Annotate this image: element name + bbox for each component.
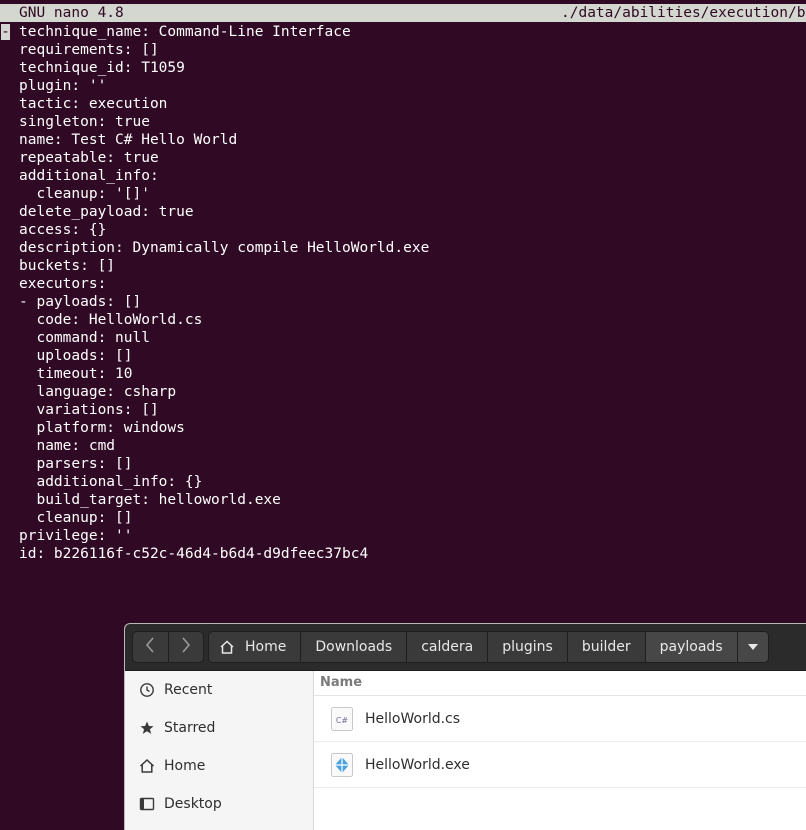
triangle-down-icon — [747, 644, 758, 650]
breadcrumb-payloads[interactable]: payloads — [645, 632, 738, 662]
editor-line: executors: — [19, 276, 107, 292]
editor-line: - technique_name: Command-Line Interface — [1, 24, 351, 40]
breadcrumb-builder[interactable]: builder — [568, 632, 646, 662]
breadcrumb-downloads[interactable]: Downloads — [301, 632, 408, 662]
editor-line: additional_info: {} — [19, 474, 203, 490]
editor-line: delete_payload: true — [19, 204, 194, 220]
back-button[interactable] — [133, 632, 168, 662]
home-icon — [219, 639, 235, 655]
editor-line: name: Test C# Hello World — [19, 132, 238, 148]
editor-line: parsers: [] — [19, 456, 133, 472]
editor-line: variations: [] — [19, 402, 159, 418]
editor-line: cleanup: [] — [19, 510, 133, 526]
cursor: - — [1, 24, 10, 40]
editor-line: uploads: [] — [19, 348, 133, 364]
file-manager-window[interactable]: Home Downloads caldera plugins builder p… — [124, 623, 806, 830]
editor-line: timeout: 10 — [19, 366, 133, 382]
nano-version: GNU nano 4.8 — [19, 5, 124, 21]
sidebar: Recent Starred Home Desktop — [125, 671, 314, 830]
desktop-icon — [139, 796, 155, 812]
file-row-helloworld-cs[interactable]: C# HelloWorld.cs — [314, 696, 806, 742]
navigation-buttons — [132, 631, 204, 663]
sidebar-item-desktop[interactable]: Desktop — [125, 785, 313, 823]
nano-title-bar: GNU nano 4.8 ./data/abilities/execution/… — [0, 4, 806, 22]
editor-line: language: csharp — [19, 384, 177, 400]
file-row-helloworld-exe[interactable]: HelloWorld.exe — [314, 742, 806, 788]
file-manager-header: Home Downloads caldera plugins builder p… — [125, 624, 806, 671]
sidebar-item-home[interactable]: Home — [125, 747, 313, 785]
editor-line: build_target: helloworld.exe — [19, 492, 281, 508]
clock-icon — [139, 682, 155, 698]
sidebar-item-recent[interactable]: Recent — [125, 671, 313, 709]
editor-line: code: HelloWorld.cs — [19, 312, 203, 328]
breadcrumb-plugins[interactable]: plugins — [488, 632, 568, 662]
svg-text:C#: C# — [336, 716, 349, 725]
breadcrumb: Home Downloads caldera plugins builder p… — [208, 631, 769, 663]
csharp-file-icon: C# — [330, 706, 354, 732]
editor-line: command: null — [19, 330, 150, 346]
editor-line: plugin: '' — [19, 78, 107, 94]
sidebar-item-starred[interactable]: Starred — [125, 709, 313, 747]
editor-line: name: cmd — [19, 438, 116, 454]
editor-line: - payloads: [] — [19, 294, 142, 310]
column-header-name[interactable]: Name — [314, 671, 806, 696]
editor-line: description: Dynamically compile HelloWo… — [19, 240, 430, 256]
editor-line: buckets: [] — [19, 258, 116, 274]
breadcrumb-caldera[interactable]: caldera — [407, 632, 489, 662]
editor-line: requirements: [] — [19, 42, 159, 58]
editor-line: singleton: true — [19, 114, 150, 130]
nano-editor[interactable]: - technique_name: Command-Line Interface … — [0, 23, 806, 563]
breadcrumb-home[interactable]: Home — [209, 632, 302, 662]
editor-line: access: {} — [19, 222, 107, 238]
file-list: Name C# HelloWorld.cs HelloWorld.exe — [314, 671, 806, 830]
editor-line: privilege: '' — [19, 528, 133, 544]
executable-file-icon — [330, 752, 354, 778]
file-name: HelloWorld.cs — [365, 710, 461, 727]
breadcrumb-menu-button[interactable] — [737, 632, 768, 662]
editor-line: technique_id: T1059 — [19, 60, 185, 76]
editor-line: cleanup: '[]' — [19, 186, 150, 202]
editor-line: platform: windows — [19, 420, 185, 436]
editor-line: additional_info: — [19, 168, 159, 184]
forward-button[interactable] — [167, 632, 204, 662]
chevron-right-icon — [181, 636, 191, 658]
star-icon — [139, 720, 155, 736]
file-name: HelloWorld.exe — [365, 756, 470, 773]
chevron-left-icon — [145, 636, 155, 658]
home-icon — [139, 758, 155, 774]
editor-line: tactic: execution — [19, 96, 168, 112]
editor-line: id: b226116f-c52c-46d4-b6d4-d9dfeec37bc4 — [19, 546, 369, 562]
editor-line: repeatable: true — [19, 150, 159, 166]
nano-file-path: ./data/abilities/execution/b — [561, 5, 806, 21]
